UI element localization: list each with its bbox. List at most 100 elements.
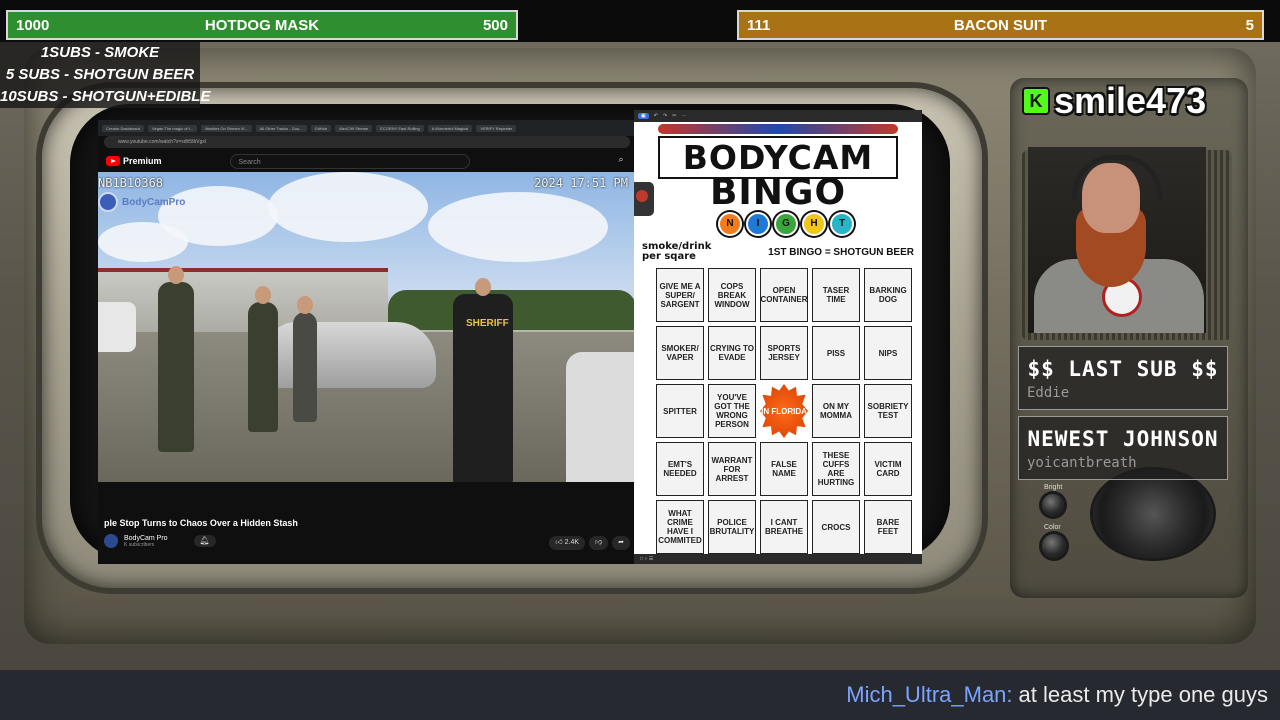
chat-message: at least my type one guys <box>1018 682 1268 707</box>
bingo-cell: SPITTER <box>656 384 704 438</box>
browser-tab[interactable]: Vegan The magic of t... <box>148 124 198 132</box>
youtube-logo[interactable]: Premium <box>106 156 162 166</box>
bingo-cell: POLICE BRUTALITY <box>708 500 756 554</box>
channel-dial <box>1093 470 1213 558</box>
bell-icon[interactable]: 🔔︎ <box>193 535 216 547</box>
bright-knob-label: Bright <box>1044 484 1063 491</box>
video-watermark: BodyCamPro <box>98 192 185 212</box>
night-letter: I <box>746 212 770 236</box>
kick-logo-icon: K <box>1022 87 1050 115</box>
bingo-cell: FALSE NAME <box>760 442 808 496</box>
truck-shape <box>566 352 636 482</box>
bingo-cell: WHAT CRIME HAVE I COMMITED <box>656 500 704 554</box>
browser-tab[interactable]: Creator Dashboard <box>102 124 145 132</box>
bingo-title-line2: BINGO <box>709 172 847 213</box>
watermark-text: BodyCamPro <box>122 196 186 208</box>
browser-tab[interactable]: ECORNY East Rolling <box>376 124 424 132</box>
youtube-header: Premium Search ⌕ <box>98 148 636 174</box>
silver-car-shape <box>266 322 436 388</box>
bright-knob <box>1042 494 1064 516</box>
color-knob-label: Color <box>1044 524 1061 531</box>
youtube-play-icon <box>106 156 120 166</box>
browser-tab[interactable]: All Other Tracks - Goo... <box>255 124 307 132</box>
browser-window: Creator Dashboard Vegan The magic of t..… <box>98 120 636 564</box>
bingo-cell-free: IN FLORIDA <box>760 384 808 438</box>
rule-line: 5 SUBS - SHOTGUN BEER <box>5 66 195 83</box>
viewer-file-button[interactable]: ▣ <box>638 113 649 119</box>
goal-right-end: 5 <box>1245 16 1254 34</box>
bingo-image-viewer: ▣ ↶ ↷ ✂ ⋯ BODYCAM BINGO N I G H T smoke/… <box>634 110 922 564</box>
bingo-cell: GIVE ME A SUPER/ SARGENT <box>656 268 704 322</box>
username-text: smile473 <box>1054 80 1207 121</box>
bingo-cell: COPS BREAK WINDOW <box>708 268 756 322</box>
last-sub-name: Eddie <box>1027 385 1070 401</box>
person-figure <box>293 296 317 422</box>
browser-tab[interactable]: Marbles On Stream Vi... <box>201 124 252 132</box>
bingo-cell: I CANT BREATHE <box>760 500 808 554</box>
night-letter: H <box>802 212 826 236</box>
last-sub-title: $$ LAST SUB $$ <box>1027 357 1219 381</box>
bingo-grid: GIVE ME A SUPER/ SARGENT COPS BREAK WINDO… <box>656 268 922 554</box>
bingo-subtitle-right: 1ST BINGO = SHOTGUN BEER <box>768 246 914 258</box>
bingo-subtitle-left: smoke/drink per sqare <box>642 242 711 262</box>
channel-name[interactable]: BodyCam Pro <box>124 535 168 542</box>
address-bar[interactable]: www.youtube.com/watch?v=xdh5IbVgxl <box>104 136 630 148</box>
bingo-cell: BARKING DOG <box>864 268 912 322</box>
browser-tab[interactable]: A Wonderful Magical <box>427 124 473 132</box>
bingo-cell: PISS <box>812 326 860 380</box>
night-letter: G <box>774 212 798 236</box>
youtube-search-input[interactable]: Search <box>229 153 470 169</box>
viewer-tool-icon[interactable]: ✂ <box>672 113 676 119</box>
video-title: ple Stop Turns to Chaos Over a Hidden St… <box>104 518 298 528</box>
siren-bar <box>658 124 898 134</box>
video-player[interactable]: SHERIFF NB1B10368 2024 17:51 PM BodyCamP… <box>98 172 636 482</box>
color-knob <box>1042 534 1066 558</box>
video-actions: 👍︎ 2.4K 👎︎ ➦ <box>549 536 630 550</box>
viewer-tool-icon[interactable]: ↶ <box>654 113 658 119</box>
headset-icon <box>1072 155 1162 200</box>
bingo-cell: VICTIM CARD <box>864 442 912 496</box>
rule-line: 1SUBS - SMOKE <box>40 44 160 61</box>
cloud-shape <box>428 192 608 262</box>
bingo-cell: THESE CUFFS ARE HURTING <box>812 442 860 496</box>
sub-rules-box: 1SUBS - SMOKE 5 SUBS - SHOTGUN BEER 10SU… <box>0 42 211 108</box>
browser-tab[interactable]: AlexC99 Stream <box>335 124 373 132</box>
rule-line: 10SUBS - SHOTGUN+EDIBLE <box>0 88 211 105</box>
channel-subscribers: K subscribers <box>124 541 155 548</box>
bingo-cell: CRYING TO EVADE <box>708 326 756 380</box>
streamer-username: K smile473 <box>1022 80 1206 122</box>
officer-figure <box>248 286 278 432</box>
night-letter: T <box>830 212 854 236</box>
bingo-cell: CROCS <box>812 500 860 554</box>
like-button[interactable]: 👍︎ 2.4K <box>549 536 586 550</box>
bingo-subtitle-left-line2: per sqare <box>642 251 696 262</box>
bingo-cell: OPEN CONTAINER <box>760 268 808 322</box>
search-icon[interactable]: ⌕ <box>614 154 628 168</box>
viewer-tool-icon[interactable]: ⋯ <box>681 113 686 119</box>
bingo-cell: ON MY MOMMA <box>812 384 860 438</box>
last-sub-box: $$ LAST SUB $$ Eddie <box>1018 346 1228 410</box>
bingo-cell: TASER TIME <box>812 268 860 322</box>
browser-tab[interactable]: GitHub <box>310 124 332 132</box>
goal-left-end: 500 <box>482 16 508 34</box>
share-icon[interactable]: ➦ <box>612 536 630 550</box>
chat-username: Mich_Ultra_Man: <box>846 682 1013 707</box>
dislike-icon[interactable]: 👎︎ <box>589 536 609 550</box>
goal-left-start: 1000 <box>16 16 50 34</box>
bodycam-icon <box>634 182 654 216</box>
viewer-toolbar: ▣ ↶ ↷ ✂ ⋯ <box>634 110 922 122</box>
bingo-cell: YOU'VE GOT THE WRONG PERSON <box>708 384 756 438</box>
chat-ticker: Mich_Ultra_Man: at least my type one guy… <box>0 670 1280 720</box>
night-letters: N I G H T <box>718 212 854 236</box>
goal-bar-hotdog-mask: 1000 HOTDOG MASK 500 <box>6 10 518 40</box>
bingo-cell: BARE FEET <box>864 500 912 554</box>
bingo-subtitle-row: smoke/drink per sqare 1ST BINGO = SHOTGU… <box>634 242 922 262</box>
bingo-cell: NIPS <box>864 326 912 380</box>
night-letter: N <box>718 212 742 236</box>
webcam-feed <box>1028 147 1206 333</box>
bingo-header: BODYCAM BINGO N I G H T <box>634 124 898 236</box>
browser-tab[interactable]: VERIFY Repeater <box>476 124 517 132</box>
goal-bar-bacon-suit: 111 BACON SUIT 5 <box>737 10 1264 40</box>
viewer-tool-icon[interactable]: ↷ <box>663 113 667 119</box>
channel-avatar[interactable] <box>104 534 118 548</box>
